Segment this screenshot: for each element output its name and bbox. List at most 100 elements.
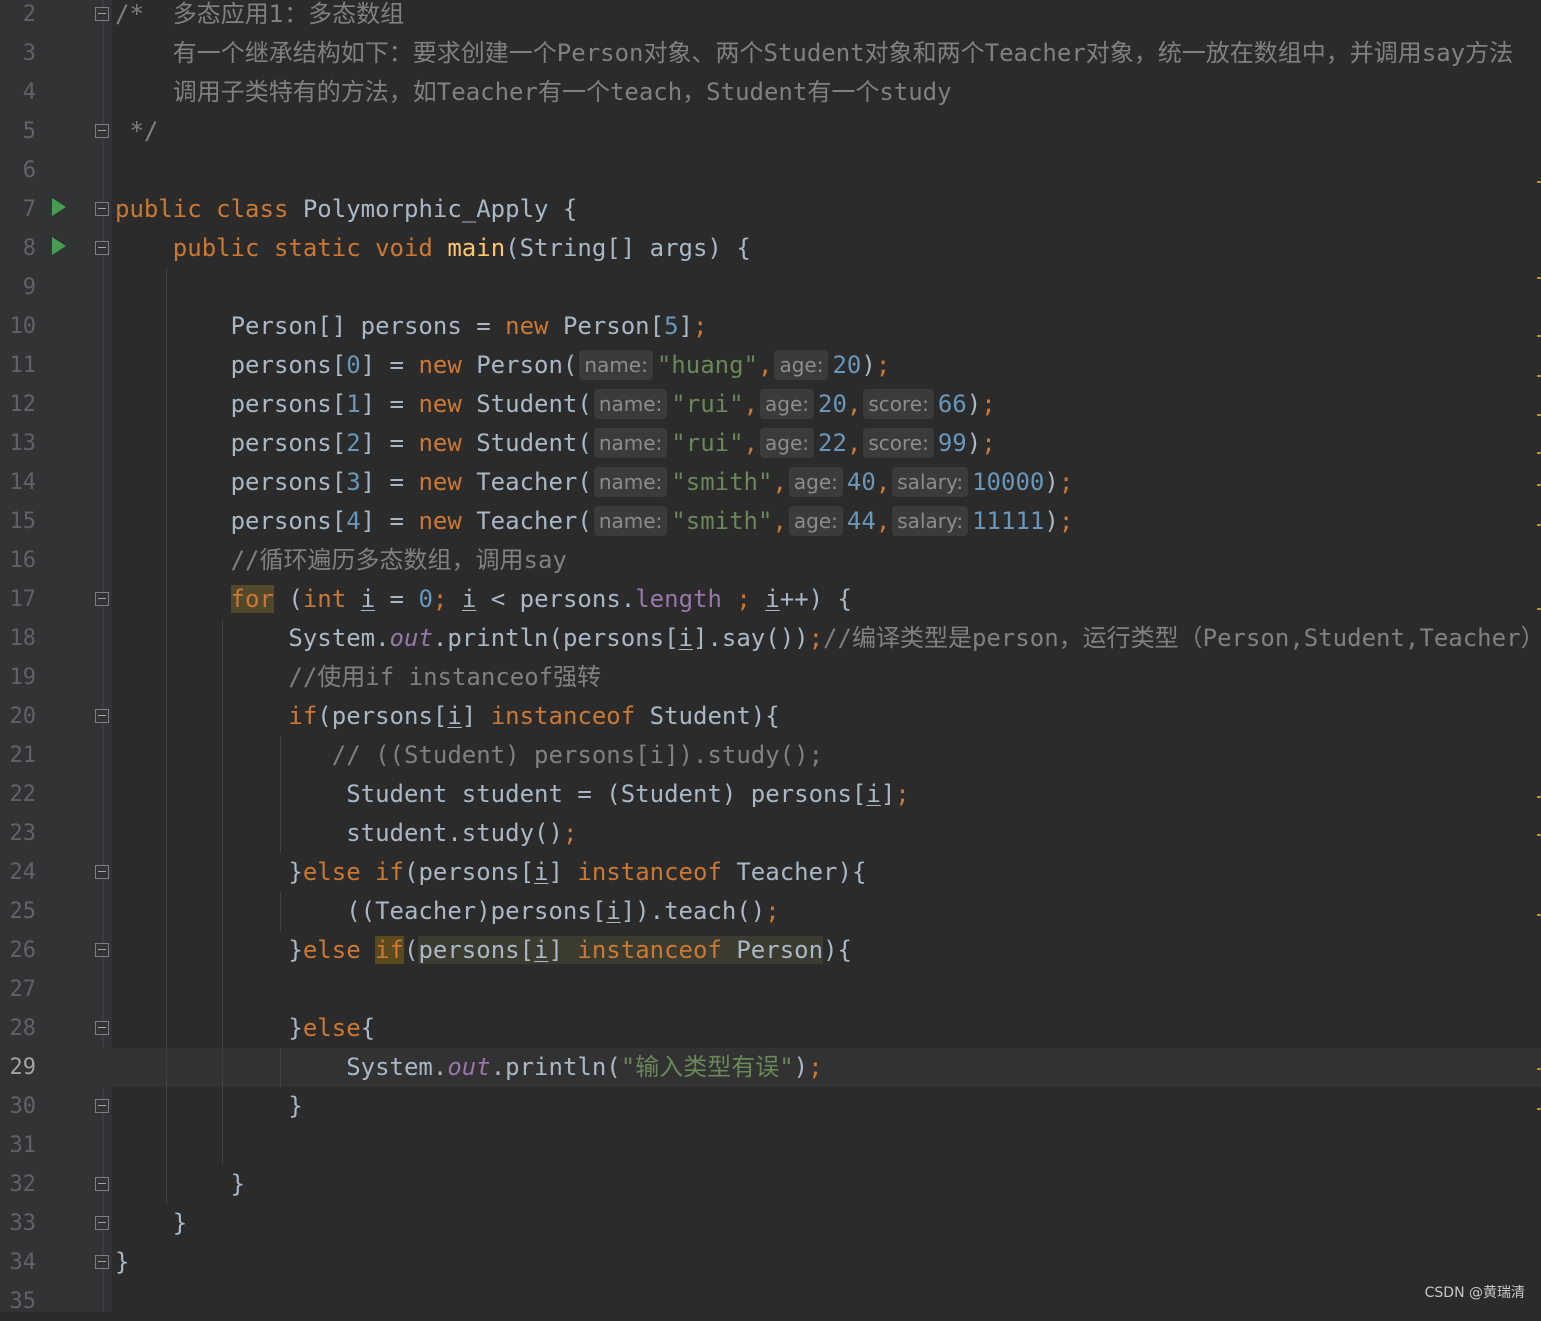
code-line-4[interactable]: 4 调用子类特有的方法，如Teacher有一个teach，Student有一个s… (0, 73, 1541, 112)
code-text[interactable]: Student student = (Student) persons[i]; (115, 775, 910, 814)
code-text[interactable]: persons[3] = new Teacher(name: "smith", ag… (115, 463, 1073, 502)
line-number[interactable]: 33 (0, 1204, 37, 1243)
line-number[interactable]: 29 (0, 1048, 37, 1087)
code-text[interactable]: for (int i = 0; i < persons.length ; i++… (115, 580, 852, 619)
code-text[interactable]: } (115, 1243, 129, 1282)
error-stripe-marker[interactable] (1537, 414, 1541, 416)
line-number[interactable]: 26 (0, 931, 37, 970)
line-number[interactable]: 24 (0, 853, 37, 892)
code-text[interactable]: if(persons[i] instanceof Student){ (115, 697, 779, 736)
line-number[interactable]: 34 (0, 1243, 37, 1282)
line-number[interactable]: 23 (0, 814, 37, 853)
line-number[interactable]: 20 (0, 697, 37, 736)
code-text[interactable]: 调用子类特有的方法，如Teacher有一个teach，Student有一个stu… (115, 73, 952, 112)
code-line-18[interactable]: 18 System.out.println(persons[i].say());… (0, 619, 1541, 658)
line-number[interactable]: 12 (0, 385, 37, 424)
code-text[interactable]: Person[] persons = new Person[5]; (115, 307, 708, 346)
code-text[interactable]: */ (115, 112, 158, 151)
error-stripe-marker[interactable] (1537, 1068, 1541, 1070)
code-line-19[interactable]: 19 //使用if instanceof强转 (0, 658, 1541, 697)
code-line-26[interactable]: 26 }else if(persons[i] instanceof Person… (0, 931, 1541, 970)
code-line-13[interactable]: 13 persons[2] = new Student(name: "rui", a… (0, 424, 1541, 463)
code-line-11[interactable]: 11 persons[0] = new Person(name: "huang",… (0, 346, 1541, 385)
code-line-5[interactable]: 5 */ (0, 112, 1541, 151)
line-number[interactable]: 21 (0, 736, 37, 775)
line-number[interactable]: 30 (0, 1087, 37, 1126)
line-number[interactable]: 4 (0, 73, 36, 112)
fold-marker-icon[interactable] (95, 1216, 109, 1230)
code-text[interactable]: persons[2] = new Student(name: "rui", age:… (115, 424, 996, 463)
run-class-icon[interactable] (52, 198, 66, 216)
code-text[interactable]: public static void main(String[] args) { (115, 229, 751, 268)
line-number[interactable]: 16 (0, 541, 37, 580)
code-line-17[interactable]: 17 for (int i = 0; i < persons.length ; … (0, 580, 1541, 619)
line-number[interactable]: 28 (0, 1009, 37, 1048)
line-number[interactable]: 35 (0, 1282, 37, 1321)
code-line-21[interactable]: 21 // ((Student) persons[i]).study(); (0, 736, 1541, 775)
code-line-25[interactable]: 25 ((Teacher)persons[i]).teach(); (0, 892, 1541, 931)
line-number[interactable]: 13 (0, 424, 37, 463)
code-line-29[interactable]: 29 System.out.println("输入类型有误"); (0, 1048, 1541, 1087)
error-stripe-marker[interactable] (1537, 834, 1541, 836)
line-number[interactable]: 7 (0, 190, 36, 229)
fold-marker-icon[interactable] (95, 241, 109, 255)
code-text[interactable]: } (115, 1165, 245, 1204)
line-number[interactable]: 25 (0, 892, 37, 931)
line-number[interactable]: 27 (0, 970, 37, 1009)
fold-marker-icon[interactable] (95, 124, 109, 138)
line-number[interactable]: 6 (0, 151, 36, 190)
fold-marker-icon[interactable] (95, 865, 109, 879)
code-text[interactable]: }else if(persons[i] instanceof Teacher){ (115, 853, 866, 892)
code-line-27[interactable]: 27 (0, 970, 1541, 1009)
line-number[interactable]: 19 (0, 658, 37, 697)
line-number[interactable]: 10 (0, 307, 37, 346)
code-line-8[interactable]: 8 public static void main(String[] args)… (0, 229, 1541, 268)
line-number[interactable]: 9 (0, 268, 36, 307)
code-text[interactable]: persons[4] = new Teacher(name: "smith", ag… (115, 502, 1073, 541)
line-number[interactable]: 8 (0, 229, 36, 268)
code-line-3[interactable]: 3 有一个继承结构如下：要求创建一个Person对象、两个Student对象和两… (0, 34, 1541, 73)
fold-marker-icon[interactable] (95, 1177, 109, 1191)
code-line-7[interactable]: 7 public class Polymorphic_Apply { (0, 190, 1541, 229)
fold-marker-icon[interactable] (95, 1255, 109, 1269)
line-number[interactable]: 32 (0, 1165, 37, 1204)
code-line-2[interactable]: 2 /* 多态应用1：多态数组 (0, 0, 1541, 34)
code-text[interactable]: ((Teacher)persons[i]).teach(); (115, 892, 780, 931)
code-text[interactable]: } (115, 1204, 187, 1243)
code-text[interactable]: }else if(persons[i] instanceof Person){ (115, 931, 852, 970)
code-line-9[interactable]: 9 (0, 268, 1541, 307)
line-number[interactable]: 11 (0, 346, 37, 385)
code-text[interactable]: //循环遍历多态数组，调用say (115, 541, 567, 580)
line-number[interactable]: 3 (0, 34, 36, 73)
code-line-30[interactable]: 30 } (0, 1087, 1541, 1126)
line-number[interactable]: 15 (0, 502, 37, 541)
error-stripe-marker[interactable] (1537, 277, 1541, 279)
code-line-28[interactable]: 28 }else{ (0, 1009, 1541, 1048)
code-line-33[interactable]: 33 } (0, 1204, 1541, 1243)
error-stripe-marker[interactable] (1537, 524, 1541, 526)
code-line-16[interactable]: 16 //循环遍历多态数组，调用say (0, 541, 1541, 580)
code-text[interactable]: public class Polymorphic_Apply { (115, 190, 577, 229)
code-text[interactable]: persons[1] = new Student(name: "rui", age:… (115, 385, 996, 424)
error-stripe-marker[interactable] (1537, 1108, 1541, 1110)
error-stripe-marker[interactable] (1537, 608, 1541, 610)
code-text[interactable]: 有一个继承结构如下：要求创建一个Person对象、两个Student对象和两个T… (115, 34, 1513, 73)
error-stripe-marker[interactable] (1537, 335, 1541, 337)
code-line-34[interactable]: 34} (0, 1243, 1541, 1282)
code-line-12[interactable]: 12 persons[1] = new Student(name: "rui", a… (0, 385, 1541, 424)
code-line-32[interactable]: 32 } (0, 1165, 1541, 1204)
error-stripe-marker[interactable] (1537, 914, 1541, 916)
code-line-23[interactable]: 23 student.study(); (0, 814, 1541, 853)
code-text[interactable]: /* 多态应用1：多态数组 (115, 0, 404, 34)
line-number[interactable]: 18 (0, 619, 37, 658)
fold-marker-icon[interactable] (95, 1021, 109, 1035)
code-text[interactable]: persons[0] = new Person(name: "huang", age… (115, 346, 890, 385)
error-stripe-marker[interactable] (1537, 375, 1541, 377)
error-stripe-marker[interactable] (1537, 484, 1541, 486)
error-stripe-marker[interactable] (1537, 796, 1541, 798)
code-text[interactable]: //使用if instanceof强转 (115, 658, 601, 697)
line-number[interactable]: 2 (0, 0, 36, 34)
error-stripe-marker[interactable] (1537, 452, 1541, 454)
line-number[interactable]: 5 (0, 112, 36, 151)
fold-marker-icon[interactable] (95, 1099, 109, 1113)
